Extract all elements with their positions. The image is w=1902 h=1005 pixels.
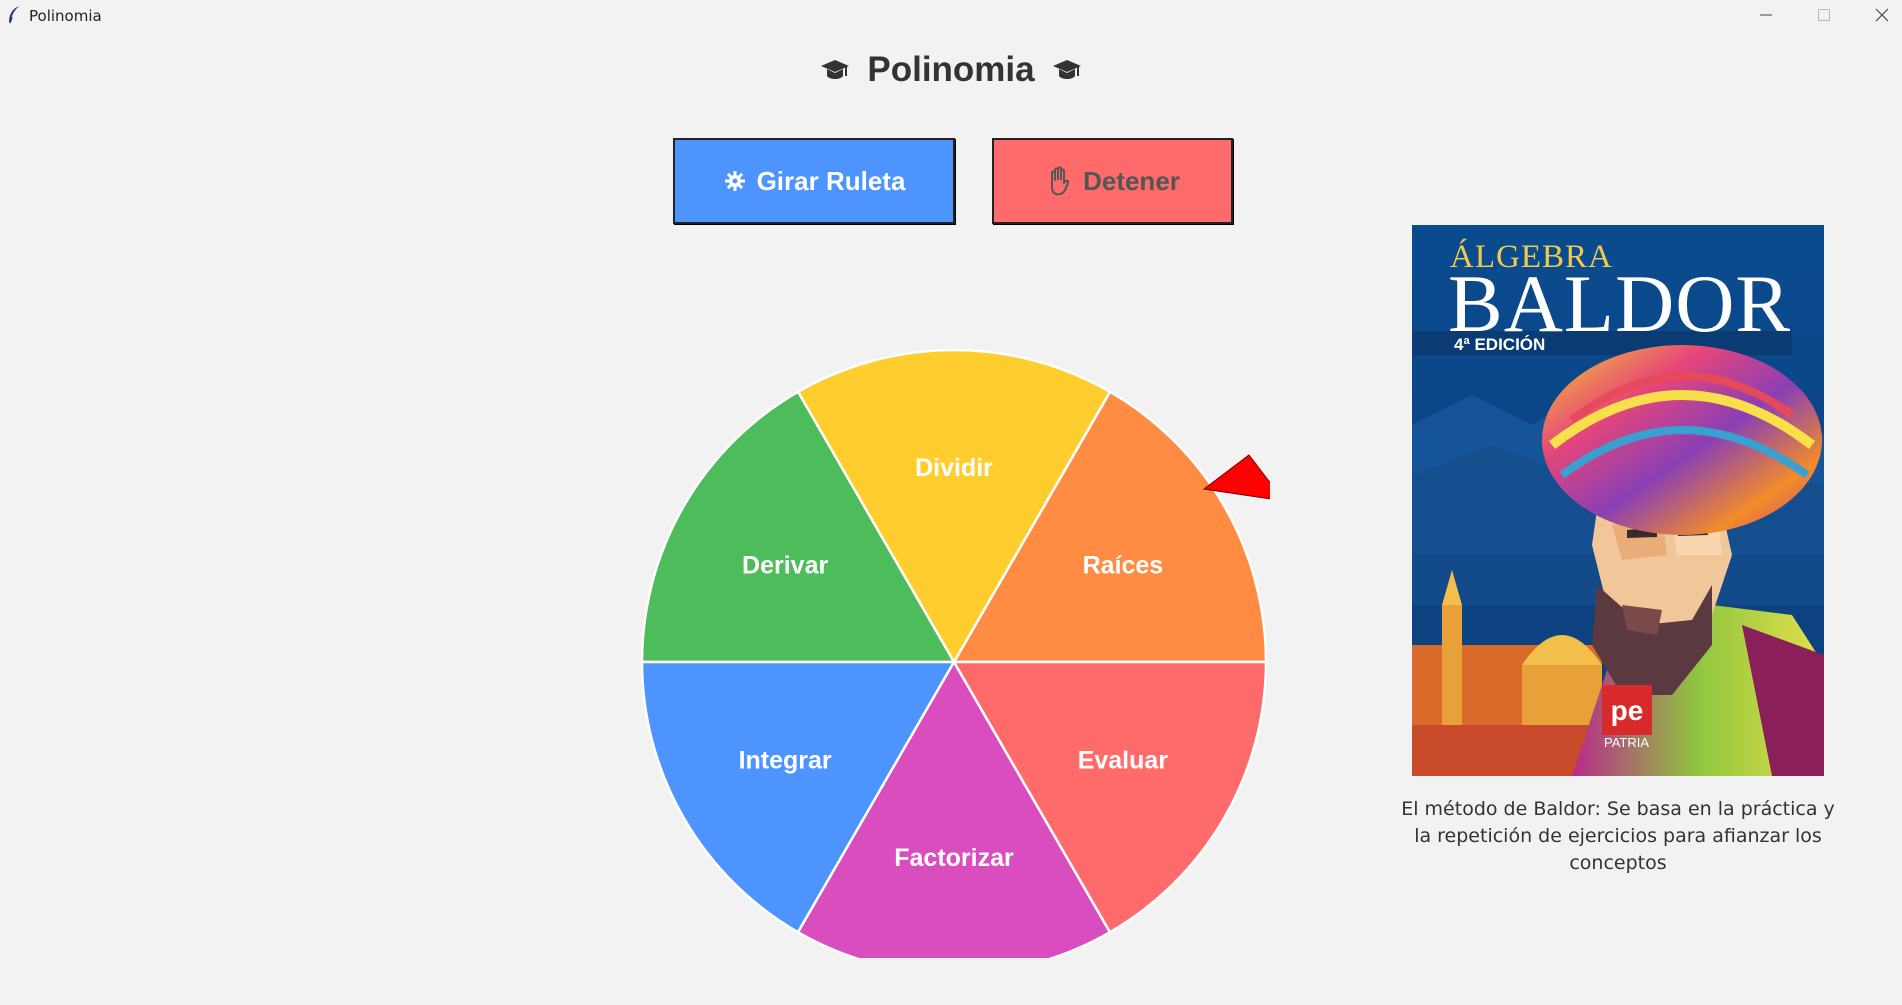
baldor-book-cover: pe ÁLGEBRA BALDOR 4ª EDICIÓN PATRIA xyxy=(1412,225,1824,776)
close-button[interactable] xyxy=(1854,0,1902,30)
stop-button[interactable]: Detener xyxy=(992,138,1233,224)
window-title: Polinomia xyxy=(29,7,102,25)
wheel-segment-label: Raíces xyxy=(1083,552,1164,580)
page-heading: Polinomia xyxy=(0,50,1902,90)
spin-wheel-label: Girar Ruleta xyxy=(756,165,906,196)
title-bar: Polinomia xyxy=(0,0,1902,30)
book-caption: El método de Baldor: Se basa en la práct… xyxy=(1401,798,1835,874)
wheel-segment-label: Derivar xyxy=(742,552,828,580)
graduation-cap-icon xyxy=(821,60,850,79)
page-title: Polinomia xyxy=(867,50,1035,89)
svg-text:pe: pe xyxy=(1611,695,1644,726)
close-icon xyxy=(1875,8,1889,22)
wheel-segment-label: Evaluar xyxy=(1078,747,1169,775)
roulette-wheel[interactable]: Raíces Dividir Derivar Integrar Factorizar Ev… xyxy=(640,318,1270,958)
wheel-segment-label: Factorizar xyxy=(894,844,1014,872)
maximize-button[interactable] xyxy=(1796,0,1852,30)
hand-icon xyxy=(1051,166,1070,196)
graduation-cap-icon xyxy=(1052,60,1081,79)
book-edition: 4ª EDICIÓN xyxy=(1454,335,1546,354)
wheel-segment-label: Integrar xyxy=(739,747,832,775)
app-content: Polinomia Girar Ruleta Detener Raíces Di… xyxy=(0,30,1902,1005)
maximize-icon xyxy=(1818,9,1830,21)
stop-label: Detener xyxy=(1083,165,1180,196)
book-publisher: PATRIA xyxy=(1604,735,1650,750)
feather-icon xyxy=(9,6,19,24)
wheel-segment-label: Dividir xyxy=(915,454,993,482)
spin-wheel-button[interactable]: Girar Ruleta xyxy=(673,138,955,224)
minimize-icon xyxy=(1760,14,1772,16)
minimize-button[interactable] xyxy=(1738,0,1794,30)
gear-icon xyxy=(724,171,745,191)
